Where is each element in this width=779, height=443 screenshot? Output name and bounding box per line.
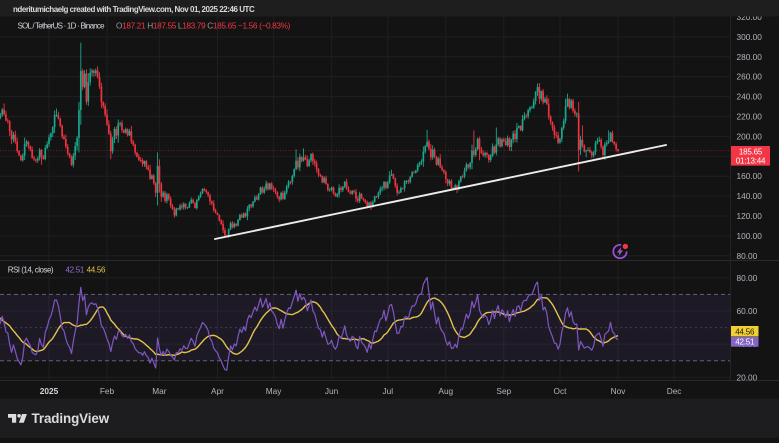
svg-text:Mar: Mar (152, 386, 167, 396)
svg-text:Feb: Feb (100, 386, 115, 396)
svg-text:160.00: 160.00 (737, 171, 763, 181)
svg-text:42.51: 42.51 (66, 266, 85, 275)
svg-text:80.00: 80.00 (737, 251, 758, 261)
svg-text:2025: 2025 (40, 386, 59, 396)
svg-text:140.00: 140.00 (737, 191, 763, 201)
svg-text:Apr: Apr (211, 386, 224, 396)
svg-text:240.00: 240.00 (737, 92, 763, 102)
svg-text:300.00: 300.00 (737, 32, 763, 42)
svg-text:TradingView: TradingView (32, 411, 110, 426)
svg-text:Jul: Jul (382, 386, 393, 396)
svg-text:42.51: 42.51 (735, 338, 755, 347)
svg-text:Nov: Nov (611, 386, 627, 396)
svg-text:nderitumichaelg created with T: nderitumichaelg created with TradingView… (13, 5, 255, 14)
svg-text:260.00: 260.00 (737, 72, 763, 82)
svg-text:280.00: 280.00 (737, 52, 763, 62)
svg-text:185.65: 185.65 (739, 148, 763, 157)
svg-text:80.00: 80.00 (737, 273, 758, 283)
svg-text:Dec: Dec (667, 386, 682, 396)
svg-text:100.00: 100.00 (737, 231, 763, 241)
svg-text:SOL / TetherUS · 1D · Binance: SOL / TetherUS · 1D · Binance (18, 22, 106, 31)
svg-text:Oct: Oct (554, 386, 568, 396)
svg-text:44.56: 44.56 (87, 266, 106, 275)
svg-text:220.00: 220.00 (737, 112, 763, 122)
svg-text:01:13:44: 01:13:44 (736, 157, 766, 166)
svg-text:May: May (266, 386, 283, 396)
svg-text:60.00: 60.00 (737, 306, 758, 316)
svg-text:44.56: 44.56 (735, 327, 755, 336)
svg-text:RSI (14, close): RSI (14, close) (8, 266, 54, 275)
svg-text:20.00: 20.00 (737, 372, 758, 382)
svg-text:120.00: 120.00 (737, 211, 763, 221)
svg-text:Jun: Jun (325, 386, 339, 396)
svg-text:Aug: Aug (438, 386, 453, 396)
svg-text:Sep: Sep (496, 386, 511, 396)
svg-text:O187.21 H187.55 L183.79 C185.6: O187.21 H187.55 L183.79 C185.65 −1.56 (−… (116, 21, 291, 31)
svg-text:200.00: 200.00 (737, 131, 763, 141)
